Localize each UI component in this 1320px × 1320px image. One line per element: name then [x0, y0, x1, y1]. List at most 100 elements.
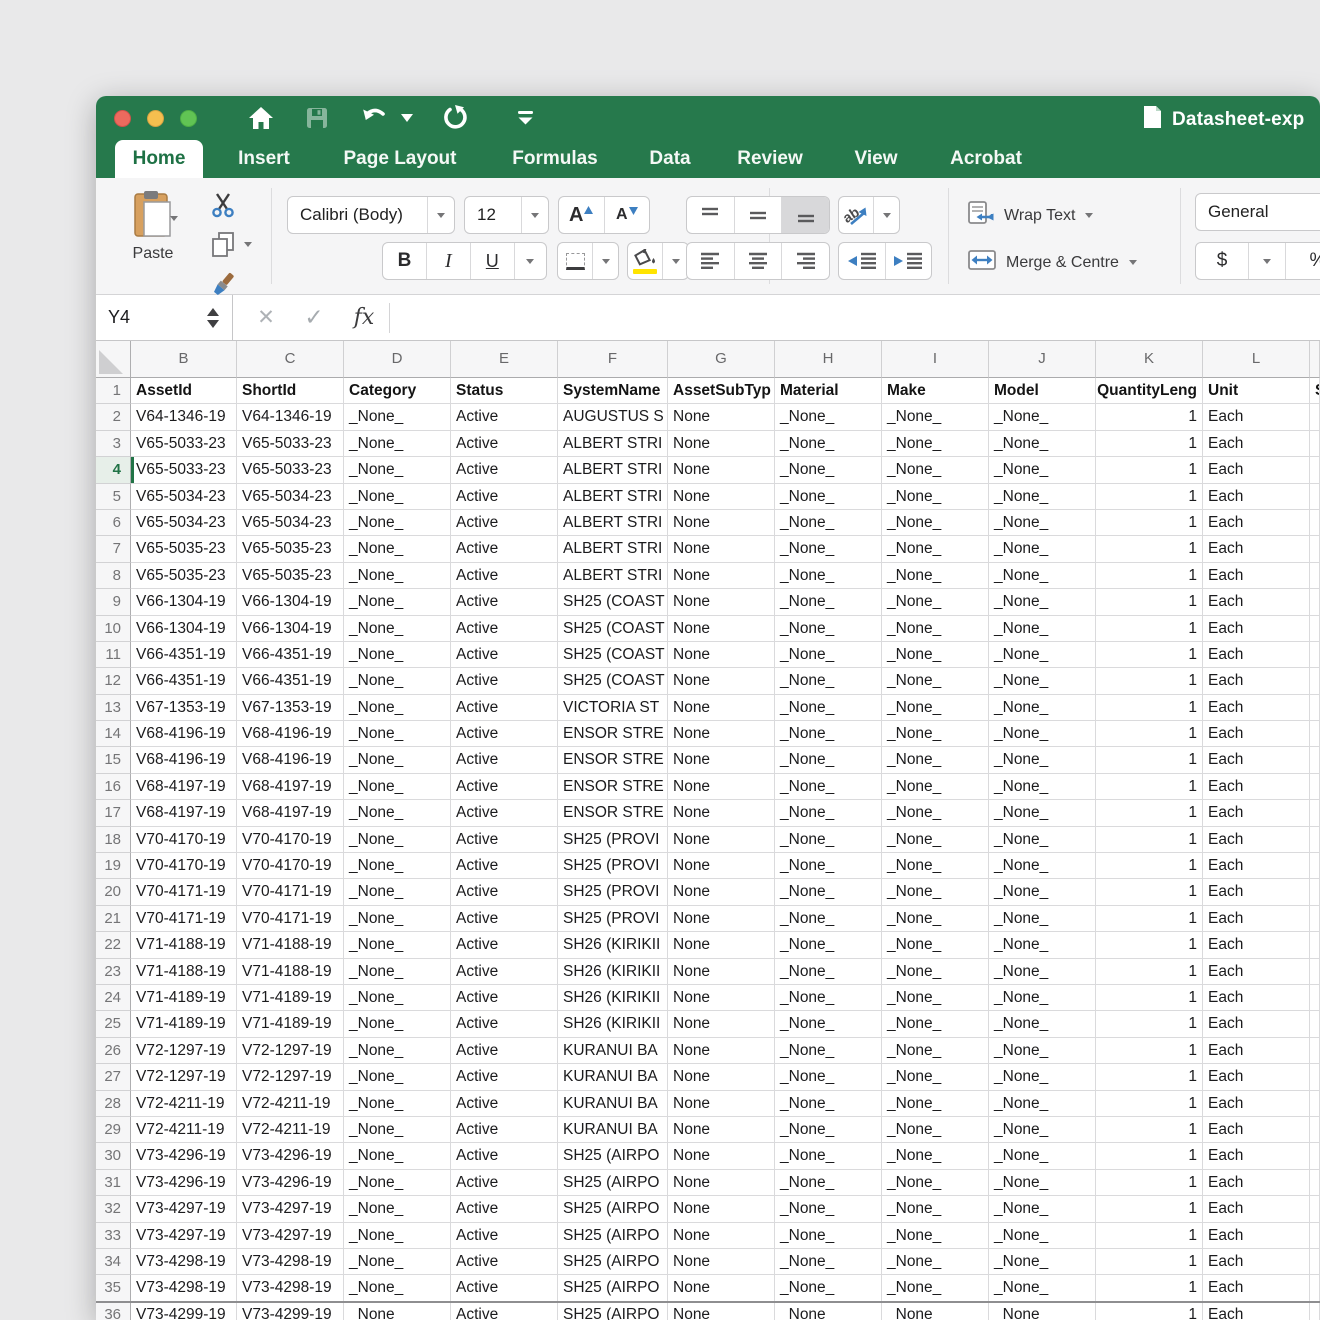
cell[interactable]: 1 [1096, 800, 1203, 826]
insert-function-icon[interactable]: fx [346, 295, 382, 340]
cell[interactable]: Each [1203, 800, 1310, 826]
wrap-text-button[interactable]: Wrap Text [968, 200, 1093, 231]
cell[interactable]: ENSOR STRE [558, 721, 668, 747]
cell[interactable]: SystemName [558, 378, 668, 404]
cell[interactable]: Active [451, 959, 558, 985]
cell[interactable]: None [668, 1249, 775, 1275]
cell[interactable]: 1 [1096, 1143, 1203, 1169]
home-icon[interactable] [246, 103, 276, 133]
cell[interactable]: Each [1203, 484, 1310, 510]
cell[interactable]: _None_ [775, 1170, 882, 1196]
cell[interactable]: None [668, 747, 775, 773]
cell[interactable]: V73-4296-19 [237, 1143, 344, 1169]
cell[interactable]: None [668, 1170, 775, 1196]
undo-dropdown-icon[interactable] [400, 103, 414, 133]
cell[interactable]: _None_ [344, 906, 451, 932]
cell[interactable]: _None_ [989, 827, 1096, 853]
cell[interactable]: None [668, 404, 775, 430]
currency-button[interactable]: $ [1196, 243, 1248, 279]
cell[interactable]: V71-4188-19 [237, 932, 344, 958]
cell[interactable]: None [668, 985, 775, 1011]
cell[interactable] [1310, 747, 1320, 773]
cell[interactable]: V70-4170-19 [131, 853, 237, 879]
cell[interactable]: 1 [1096, 774, 1203, 800]
cell[interactable]: _None_ [989, 774, 1096, 800]
decrease-indent-button[interactable] [839, 243, 885, 279]
cell[interactable]: V72-1297-19 [237, 1064, 344, 1090]
cell[interactable]: Each [1203, 1196, 1310, 1222]
cell[interactable]: _None_ [344, 1223, 451, 1249]
cell[interactable]: V65-5033-23 [237, 457, 344, 483]
cell[interactable]: _None_ [344, 536, 451, 562]
cell[interactable]: Each [1203, 431, 1310, 457]
cell[interactable]: 1 [1096, 431, 1203, 457]
paste-button[interactable]: Paste [121, 190, 185, 263]
tab-home[interactable]: Home [115, 140, 203, 178]
cell[interactable] [1310, 1011, 1320, 1037]
orientation-dropdown-icon[interactable] [873, 197, 899, 233]
cell[interactable]: 1 [1096, 1038, 1203, 1064]
cell[interactable]: _None_ [775, 932, 882, 958]
cell[interactable]: _None_ [775, 404, 882, 430]
cell[interactable]: Active [451, 1275, 558, 1301]
cell[interactable]: ALBERT STRI [558, 563, 668, 589]
cell[interactable]: 1 [1096, 1064, 1203, 1090]
cell[interactable]: _None_ [882, 536, 989, 562]
cell[interactable]: Active [451, 404, 558, 430]
row-header-19[interactable]: 19 [96, 853, 131, 879]
cell[interactable]: None [668, 1064, 775, 1090]
cell[interactable]: _None_ [775, 642, 882, 668]
cell[interactable]: None [668, 1117, 775, 1143]
cell[interactable]: 1 [1096, 1091, 1203, 1117]
cell[interactable]: SH25 (AIRPO [558, 1196, 668, 1222]
cell[interactable] [1310, 404, 1320, 430]
cell[interactable]: Each [1203, 721, 1310, 747]
row-header-24[interactable]: 24 [96, 985, 131, 1011]
cell[interactable]: 1 [1096, 985, 1203, 1011]
cell[interactable]: V65-5035-23 [131, 563, 237, 589]
cell[interactable]: SH25 (PROVI [558, 879, 668, 905]
cell[interactable]: _None_ [775, 747, 882, 773]
cell[interactable]: V73-4297-19 [131, 1196, 237, 1222]
cell[interactable] [1310, 1117, 1320, 1143]
cell[interactable]: Each [1203, 747, 1310, 773]
cell[interactable]: _None_ [344, 1302, 451, 1320]
cell[interactable]: Active [451, 695, 558, 721]
cell[interactable]: _None_ [989, 959, 1096, 985]
row-header-20[interactable]: 20 [96, 879, 131, 905]
cell[interactable]: Each [1203, 1038, 1310, 1064]
cell[interactable]: 1 [1096, 1275, 1203, 1301]
cell[interactable]: _None_ [775, 721, 882, 747]
fill-color-dropdown-icon[interactable] [662, 243, 688, 279]
cell[interactable]: Each [1203, 1275, 1310, 1301]
cell[interactable]: V70-4171-19 [131, 906, 237, 932]
cell[interactable]: SH25 (AIRPO [558, 1143, 668, 1169]
cell[interactable]: Each [1203, 510, 1310, 536]
cell[interactable]: V65-5033-23 [237, 431, 344, 457]
cell[interactable]: SH25 (AIRPO [558, 1275, 668, 1301]
cell[interactable]: _None_ [344, 1275, 451, 1301]
cell[interactable]: V67-1353-19 [131, 695, 237, 721]
row-header-9[interactable]: 9 [96, 589, 131, 615]
column-header-F[interactable]: F [558, 341, 668, 378]
row-header-21[interactable]: 21 [96, 906, 131, 932]
cell[interactable]: None [668, 589, 775, 615]
font-size-select[interactable]: 12 [464, 196, 549, 234]
row-header-15[interactable]: 15 [96, 747, 131, 773]
cell[interactable]: ALBERT STRI [558, 431, 668, 457]
cell[interactable]: V71-4189-19 [131, 985, 237, 1011]
cell[interactable]: 1 [1096, 510, 1203, 536]
cell[interactable]: _None_ [344, 1249, 451, 1275]
row-header-34[interactable]: 34 [96, 1249, 131, 1275]
cell[interactable]: _None_ [344, 668, 451, 694]
cell[interactable]: Active [451, 1143, 558, 1169]
column-header-J[interactable]: J [989, 341, 1096, 378]
cell[interactable]: _None_ [344, 404, 451, 430]
cell[interactable] [1310, 1275, 1320, 1301]
cancel-icon[interactable]: ✕ [248, 295, 284, 340]
cell[interactable]: _None_ [882, 1249, 989, 1275]
cell[interactable]: SH25 (COAST [558, 642, 668, 668]
cell[interactable]: Active [451, 932, 558, 958]
cell[interactable]: ALBERT STRI [558, 536, 668, 562]
cell[interactable]: ALBERT STRI [558, 484, 668, 510]
